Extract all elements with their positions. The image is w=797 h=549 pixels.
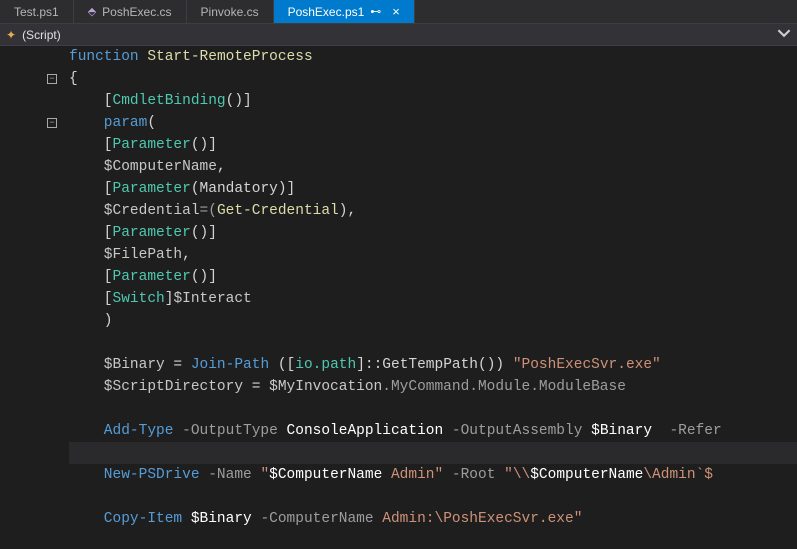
navigation-bar: ✦ (Script) [0,24,797,46]
code-line: Copy-Item $Binary -ComputerName Admin:\P… [69,508,797,530]
code-editor[interactable]: − − function Start-RemoteProcess { [Cmdl… [0,46,797,549]
code-line: [Switch]$Interact [69,288,797,310]
pin-icon[interactable]: ⊷ [370,5,381,18]
code-line: { [69,68,797,90]
tab-test-ps1[interactable]: Test.ps1 [0,0,74,23]
code-line: New-PSDrive -Name "$ComputerName Admin" … [69,464,797,486]
fold-toggle-icon[interactable]: − [47,74,57,84]
code-line: Add-Type -OutputType ConsoleApplication … [69,420,797,442]
close-icon[interactable]: × [392,4,400,19]
tab-pinvoke-cs[interactable]: Pinvoke.cs [187,0,274,23]
code-line-current [69,442,797,464]
script-icon: ✦ [6,28,16,42]
dropdown-icon[interactable] [777,26,791,43]
code-line: ) [69,310,797,332]
code-line: $Credential=(Get-Credential), [69,200,797,222]
code-line: function Start-RemoteProcess [69,46,797,68]
tab-poshexec-cs[interactable]: ⬘PoshExec.cs [74,0,187,23]
code-area[interactable]: function Start-RemoteProcess { [CmdletBi… [65,46,797,549]
code-line: [Parameter()] [69,222,797,244]
code-line: [Parameter()] [69,134,797,156]
code-line: [CmdletBinding()] [69,90,797,112]
code-line: param( [69,112,797,134]
tab-poshexec-ps1[interactable]: PoshExec.ps1⊷× [274,0,415,23]
code-line [69,332,797,354]
gutter: − − [0,46,65,549]
code-line: $ScriptDirectory = $MyInvocation.MyComma… [69,376,797,398]
tab-bar: Test.ps1 ⬘PoshExec.cs Pinvoke.cs PoshExe… [0,0,797,24]
code-line [69,398,797,420]
code-line: [Parameter(Mandatory)] [69,178,797,200]
code-line: [Parameter()] [69,266,797,288]
csharp-file-icon: ⬘ [88,5,96,18]
fold-toggle-icon[interactable]: − [47,118,57,128]
script-scope-label[interactable]: (Script) [22,28,61,42]
code-line: $Binary = Join-Path ([io.path]::GetTempP… [69,354,797,376]
code-line: $ComputerName, [69,156,797,178]
code-line: $FilePath, [69,244,797,266]
code-line [69,486,797,508]
